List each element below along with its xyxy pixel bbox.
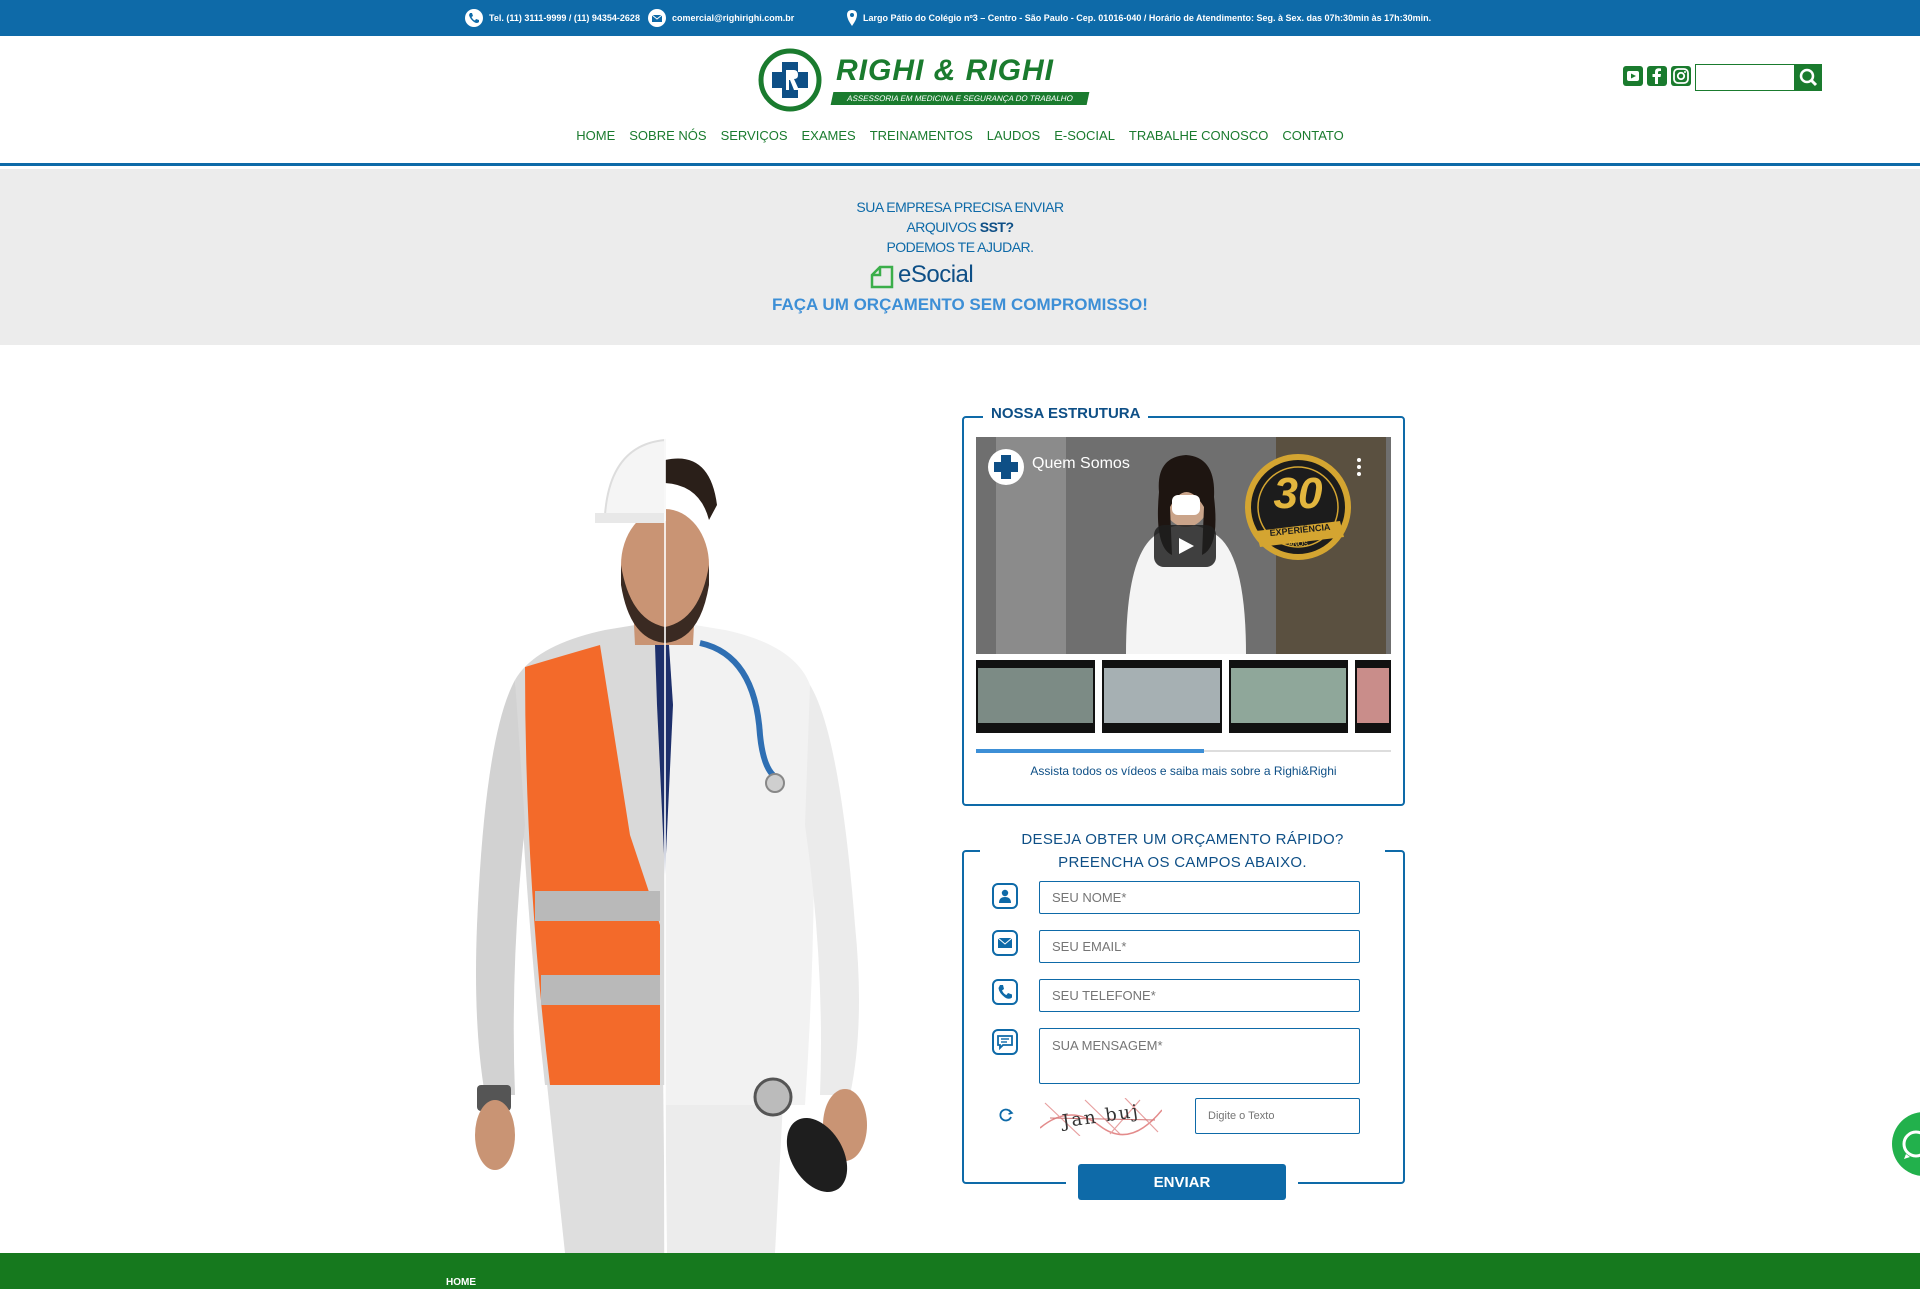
video-title[interactable]: Quem Somos [1032, 455, 1130, 473]
site-logo[interactable]: RIGHI & RIGHI ASSESSORIA EM MEDICINA E S… [756, 48, 1092, 112]
quote-form-heading: DESEJA OBTER UM ORÇAMENTO RÁPIDO? PREENC… [980, 828, 1385, 874]
topbar-address: Largo Pátio do Colégio nº3 – Centro - Sã… [845, 9, 1431, 27]
badge-unit: ANOS [1288, 541, 1308, 548]
whatsapp-icon [1902, 1130, 1920, 1159]
footer-link-home[interactable]: HOME [446, 1277, 476, 1288]
nav-contato[interactable]: CONTATO [1282, 128, 1343, 143]
address-text: Largo Pátio do Colégio nº3 – Centro - Sã… [863, 13, 1432, 23]
main-nav: HOME SOBRE NÓS SERVIÇOS EXAMES TREINAMEN… [0, 128, 1920, 143]
user-icon [992, 883, 1018, 909]
banner-line-2: ARQUIVOS SST? [0, 219, 1920, 235]
hero-image-worker-doctor [455, 405, 885, 1253]
captcha-refresh-icon[interactable] [997, 1106, 1015, 1124]
nav-laudos[interactable]: LAUDOS [987, 128, 1040, 143]
email-icon [648, 9, 666, 27]
video-thumbnail-3[interactable] [1229, 660, 1348, 733]
nav-treinamentos[interactable]: TREINAMENTOS [870, 128, 973, 143]
quote-form-heading-line-1: DESEJA OBTER UM ORÇAMENTO RÁPIDO? [1021, 831, 1344, 848]
video-thumbnail-4[interactable] [1355, 660, 1391, 733]
topbar-email[interactable]: comercial@righirighi.com.br [648, 9, 794, 27]
top-contact-bar: Tel. (11) 3111-9999 / (11) 94354-2628 co… [0, 0, 1920, 36]
youtube-icon[interactable] [1623, 66, 1643, 86]
nav-home[interactable]: HOME [576, 128, 615, 143]
instagram-icon[interactable] [1671, 66, 1691, 86]
thirty-years-badge: 30 EXPERIÊNCIA ANOS [1242, 451, 1354, 563]
search-button[interactable] [1795, 64, 1822, 91]
captcha-input[interactable] [1195, 1098, 1360, 1134]
nav-e-social[interactable]: E-SOCIAL [1054, 128, 1115, 143]
phone-text: Tel. (11) 3111-9999 / (11) 94354-2628 [489, 13, 640, 23]
nav-servicos[interactable]: SERVIÇOS [721, 128, 788, 143]
video-play-button[interactable] [1154, 525, 1216, 567]
banner-cta[interactable]: FAÇA UM ORÇAMENTO SEM COMPROMISSO! [0, 295, 1920, 315]
site-header: RIGHI & RIGHI ASSESSORIA EM MEDICINA E S… [0, 36, 1920, 166]
message-icon [992, 1029, 1018, 1055]
phone-form-icon [992, 979, 1018, 1005]
topbar-phone: Tel. (11) 3111-9999 / (11) 94354-2628 [465, 9, 640, 27]
channel-avatar-icon[interactable] [986, 447, 1026, 487]
logo-tagline: ASSESSORIA EM MEDICINA E SEGURANÇA DO TR… [830, 92, 1090, 105]
videos-caption[interactable]: Assista todos os vídeos e saiba mais sob… [976, 764, 1391, 778]
video-more-icon[interactable] [1356, 457, 1362, 477]
email-form-icon [992, 930, 1018, 956]
banner-line-2-prefix: ARQUIVOS [906, 219, 980, 235]
video-carousel-progress-fill [976, 749, 1205, 753]
banner-sst: SST? [979, 219, 1014, 235]
esocial-logo-text: eSocial [898, 261, 974, 288]
video-thumbnail-2[interactable] [1102, 660, 1222, 733]
nav-sobre-nos[interactable]: SOBRE NÓS [629, 128, 706, 143]
search-icon [1799, 68, 1818, 87]
video-carousel-progress[interactable] [976, 749, 1391, 753]
search-input[interactable] [1695, 64, 1795, 91]
message-field[interactable] [1039, 1028, 1360, 1084]
location-pin-icon [845, 9, 859, 27]
video-thumbnail-1[interactable] [976, 660, 1095, 733]
phone-icon [465, 9, 483, 27]
play-icon [1179, 538, 1194, 554]
esocial-logo-icon [870, 265, 894, 289]
submit-button[interactable]: ENVIAR [1078, 1164, 1286, 1200]
captcha-image: Jan buj [1040, 1098, 1162, 1136]
site-footer: HOME [0, 1253, 1920, 1289]
whatsapp-button[interactable] [1892, 1112, 1920, 1176]
esocial-banner[interactable]: SUA EMPRESA PRECISA ENVIAR ARQUIVOS SST?… [0, 169, 1920, 345]
video-player[interactable]: Quem Somos 30 EXPERIÊNCIA ANOS [976, 437, 1391, 654]
facebook-icon[interactable] [1647, 66, 1667, 86]
logo-cross-icon [758, 48, 822, 112]
videos-box-title: NOSSA ESTRUTURA [983, 405, 1149, 422]
phone-field[interactable] [1039, 979, 1360, 1012]
email-field[interactable] [1039, 930, 1360, 963]
name-field[interactable] [1039, 881, 1360, 914]
esocial-logo: eSocial [870, 261, 980, 291]
logo-name: RIGHI & RIGHI [836, 54, 1055, 87]
banner-line-1: SUA EMPRESA PRECISA ENVIAR [856, 199, 1064, 215]
banner-line-3: PODEMOS TE AJUDAR. [886, 239, 1034, 255]
nav-trabalhe-conosco[interactable]: TRABALHE CONOSCO [1129, 128, 1268, 143]
nav-exames[interactable]: EXAMES [802, 128, 856, 143]
badge-number: 30 [1273, 469, 1323, 518]
email-text[interactable]: comercial@righirighi.com.br [672, 13, 794, 23]
quote-form-heading-line-2: PREENCHA OS CAMPOS ABAIXO. [1058, 854, 1307, 871]
